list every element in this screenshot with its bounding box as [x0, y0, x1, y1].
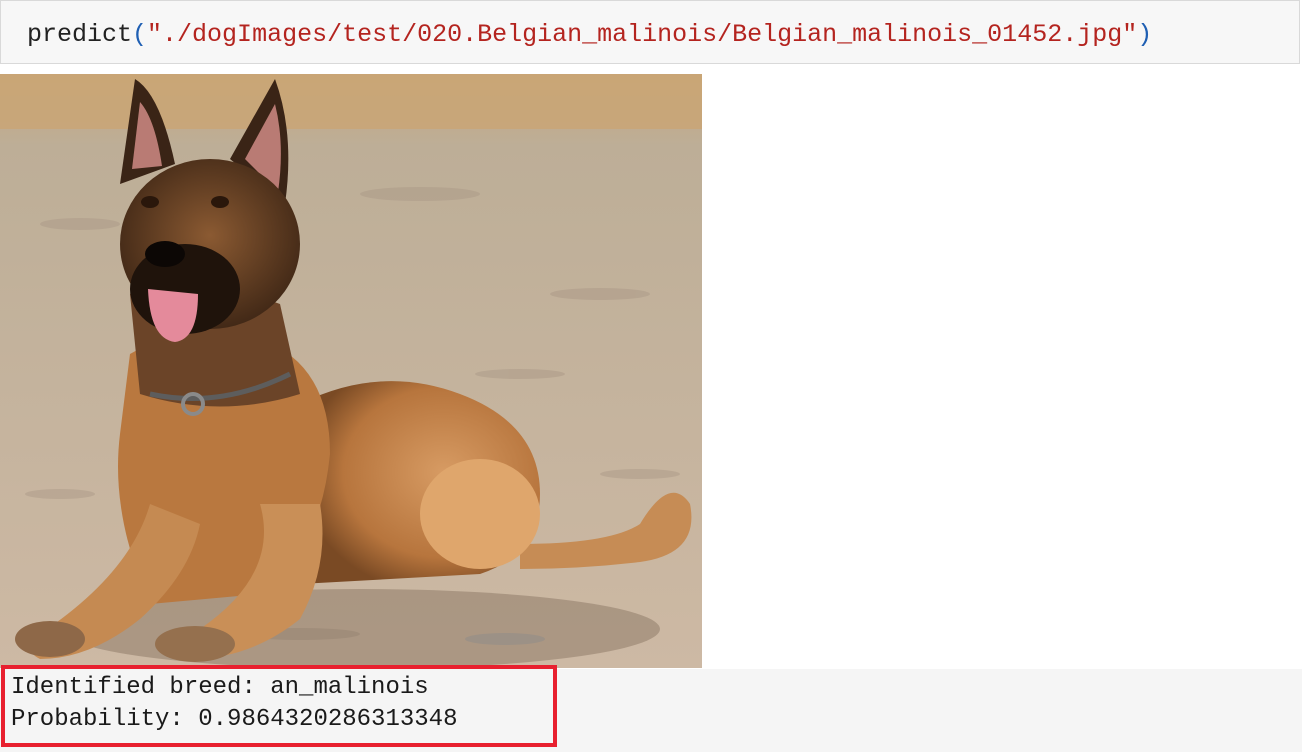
malinois-photo: [0, 74, 702, 668]
function-name: predict: [27, 20, 133, 49]
code-line[interactable]: predict("./dogImages/test/020.Belgian_ma…: [27, 18, 1152, 52]
dog-image: [0, 74, 702, 668]
close-paren: ): [1137, 20, 1153, 49]
code-cell-input[interactable]: predict("./dogImages/test/020.Belgian_ma…: [0, 0, 1300, 64]
open-paren: (: [132, 20, 148, 49]
highlight-annotation-box: [1, 665, 557, 747]
path-string: "./dogImages/test/020.Belgian_malinois/B…: [147, 20, 1138, 49]
